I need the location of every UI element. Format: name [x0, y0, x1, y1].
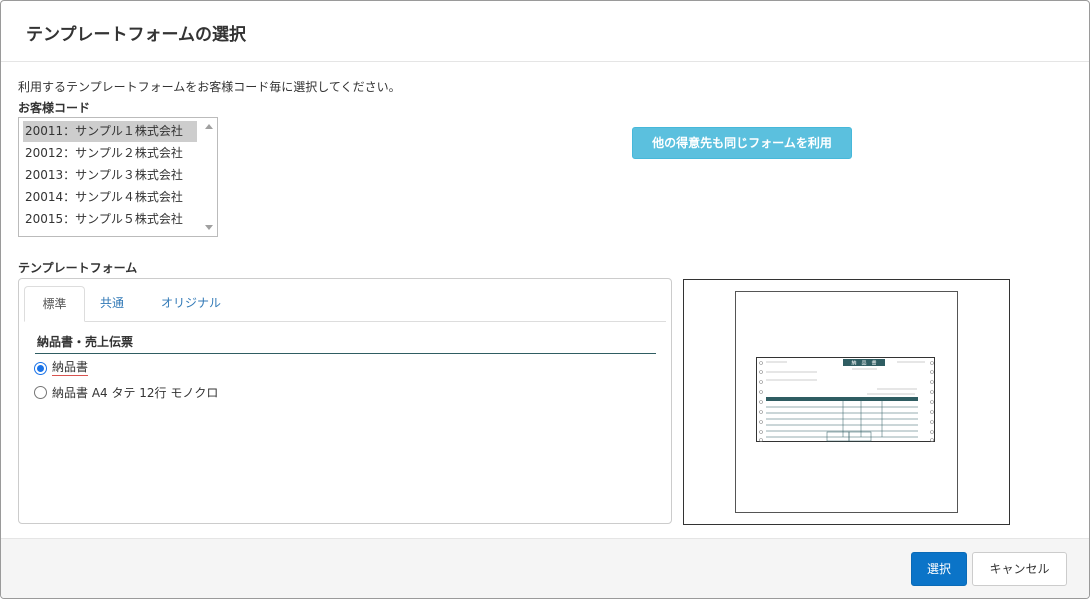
- tab-common[interactable]: 共通: [85, 286, 139, 322]
- option-label: 納品書: [52, 360, 89, 376]
- listbox-scrollbar[interactable]: [200, 118, 217, 236]
- preview-slip-thumbnail: 納 品 書: [756, 357, 935, 442]
- template-form-label: テンプレートフォーム: [18, 261, 138, 275]
- customer-list-item[interactable]: 20014：サンプル４株式会社: [23, 187, 197, 208]
- preview-paper: 納 品 書: [735, 291, 958, 513]
- radio-unchecked-icon[interactable]: [34, 385, 47, 399]
- customer-code-label: お客様コード: [18, 101, 91, 115]
- customer-code-listbox[interactable]: 20011：サンプル１株式会社 20012：サンプル２株式会社 20013：サン…: [18, 117, 218, 237]
- instruction-text: 利用するテンプレートフォームをお客様コード毎に選択してください。: [18, 80, 401, 94]
- option-label: 納品書 A4 タテ 12行 モノクロ: [52, 385, 219, 400]
- use-same-form-button[interactable]: 他の得意先も同じフォームを利用: [632, 127, 852, 159]
- radio-checked-icon[interactable]: [34, 361, 47, 375]
- customer-list-item[interactable]: 20012：サンプル２株式会社: [23, 143, 197, 164]
- customer-list-item[interactable]: 20011：サンプル１株式会社: [23, 121, 197, 142]
- template-option-delivery-slip-a4[interactable]: 納品書 A4 タテ 12行 モノクロ: [34, 383, 218, 401]
- tab-standard[interactable]: 標準: [24, 286, 85, 322]
- template-preview: 納 品 書: [683, 279, 1010, 525]
- customer-list-item[interactable]: 20015：サンプル５株式会社: [23, 209, 197, 230]
- dialog-title: テンプレートフォームの選択: [26, 25, 246, 45]
- select-button[interactable]: 選択: [911, 552, 967, 586]
- slip-drawing: 納 品 書: [759, 359, 934, 442]
- section-divider: [35, 353, 656, 354]
- section-title: 納品書・売上伝票: [37, 335, 134, 349]
- tab-original[interactable]: オリジナル: [146, 286, 236, 322]
- template-form-panel: 標準 共通 オリジナル 納品書・売上伝票 納品書 納品書 A4 タテ 12行 モ…: [18, 278, 672, 524]
- template-select-dialog: テンプレートフォームの選択 利用するテンプレートフォームをお客様コード毎に選択し…: [0, 0, 1090, 599]
- customer-list-item[interactable]: 20013：サンプル３株式会社: [23, 165, 197, 186]
- dialog-header: テンプレートフォームの選択: [1, 1, 1089, 62]
- template-option-delivery-slip[interactable]: 納品書: [34, 359, 89, 377]
- dialog-footer: 選択 キャンセル: [1, 538, 1089, 598]
- cancel-button[interactable]: キャンセル: [972, 552, 1067, 586]
- scroll-down-arrow-icon[interactable]: [205, 225, 213, 230]
- slip-title: 納 品 書: [851, 360, 876, 367]
- scroll-up-arrow-icon[interactable]: [205, 124, 213, 129]
